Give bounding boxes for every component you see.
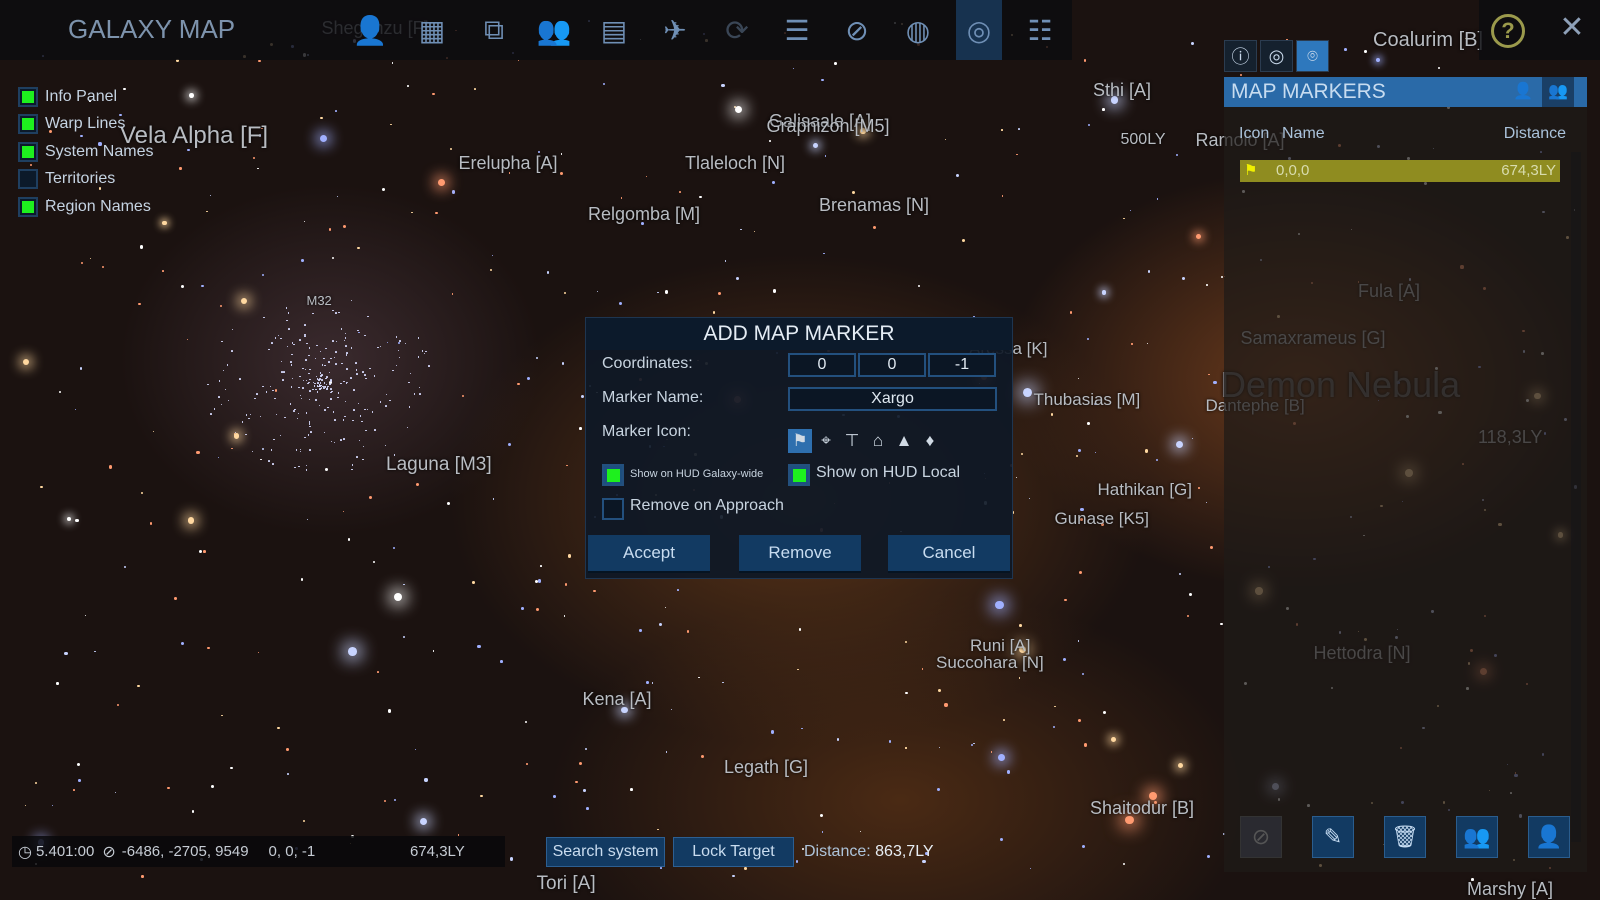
flag-icon: ⚑ xyxy=(1244,162,1258,179)
top-right-controls: ? ✕ xyxy=(1479,0,1600,60)
map-label[interactable]: M32 xyxy=(307,293,332,308)
info-icon[interactable]: ⓘ xyxy=(1224,40,1257,72)
edit-button[interactable]: ✎ xyxy=(1312,816,1354,858)
home-icon[interactable]: ⌂ xyxy=(866,429,890,453)
add-map-marker-dialog: ADD MAP MARKER Coordinates: 0 0 -1 Marke… xyxy=(585,317,1013,579)
marker-icon-label: Marker Icon: xyxy=(602,423,691,440)
coord-y-input[interactable]: 0 xyxy=(858,353,926,377)
close-icon[interactable]: ✕ xyxy=(1555,10,1589,45)
map-label[interactable]: Brenamas [N] xyxy=(819,195,929,216)
group-icon: 👥 xyxy=(1463,824,1491,849)
accept-button[interactable]: Accept xyxy=(588,535,710,573)
map-label[interactable]: Coalurim [B] xyxy=(1373,29,1483,52)
page-title: GALAXY MAP xyxy=(68,14,236,44)
map-label[interactable]: Legath [G] xyxy=(724,757,808,778)
map-label[interactable]: Relgomba [M] xyxy=(588,204,700,225)
column-distance[interactable]: Distance xyxy=(1486,125,1566,143)
coord-z-input[interactable]: -1 xyxy=(928,353,996,377)
navigate-button[interactable]: ⊘ xyxy=(1240,816,1282,858)
map-label[interactable]: Graphizon [M5] xyxy=(767,116,890,137)
map-label[interactable]: Tlaleloch [N] xyxy=(685,153,785,174)
map-label[interactable]: Gunase [K5] xyxy=(1055,509,1150,529)
hierarchy-icon[interactable]: ⧉ xyxy=(471,8,517,52)
panel-title: MAP MARKERS 👤 👥 xyxy=(1224,77,1587,107)
map-marker-icon[interactable]: ⌾ xyxy=(1296,40,1329,72)
search-system-button[interactable]: Search system xyxy=(546,837,665,867)
lock-target-button[interactable]: Lock Target xyxy=(673,837,794,867)
checkbox[interactable] xyxy=(18,169,38,190)
layer-toggles: Info Panel Warp Lines System Names Terri… xyxy=(18,83,218,221)
remove-button[interactable]: Remove xyxy=(739,535,861,573)
checkbox[interactable] xyxy=(18,114,38,135)
panel-tabs: ⓘ ◎ ⌾ xyxy=(1224,40,1329,72)
list-icon[interactable]: ☰ xyxy=(774,8,820,52)
pin-icon[interactable]: ⊤ xyxy=(840,429,864,453)
marker-row[interactable]: ⚑ 0,0,0 674,3LY xyxy=(1240,160,1560,182)
top-bar: GALAXY MAP 👤 ▦ ⧉ 👥 ▤ ✈ ⟳ ☰ ⊘ ◍ ◎ ☷ xyxy=(0,0,1072,60)
trash-icon: 🗑 xyxy=(1391,824,1419,849)
window-icon[interactable]: ▤ xyxy=(591,8,637,52)
map-label[interactable]: Sthi [A] xyxy=(1093,80,1151,101)
compass-icon: ⊘ xyxy=(1251,824,1271,849)
crew-icon[interactable]: 👥 xyxy=(531,8,577,52)
hud-galaxy-checkbox[interactable] xyxy=(602,464,624,486)
map-label[interactable]: Succohara [N] xyxy=(936,653,1044,673)
layer-region-names[interactable]: Region Names xyxy=(18,193,218,221)
marker-name-input[interactable]: Xargo xyxy=(788,387,997,411)
compass-icon: ⊘ xyxy=(102,843,116,861)
map-label[interactable]: Shaitodur [B] xyxy=(1090,798,1194,819)
flag-icon[interactable]: ⚑ xyxy=(788,429,812,453)
galaxy-icon[interactable]: ◎ xyxy=(956,0,1002,60)
map-label[interactable]: Erelupha [A] xyxy=(459,153,558,174)
marker-name-label: Marker Name: xyxy=(602,389,704,406)
target-icon[interactable]: ◎ xyxy=(1260,40,1293,72)
crosshair-icon[interactable]: ⌖ xyxy=(814,429,838,453)
layer-territories[interactable]: Territories xyxy=(18,166,218,194)
checkbox[interactable] xyxy=(18,196,38,217)
ship-icon[interactable]: ✈ xyxy=(652,8,698,52)
planet-icon[interactable]: ◍ xyxy=(895,8,941,52)
map-label[interactable]: Thubasias [M] xyxy=(1034,390,1141,410)
clock-icon: ◷ xyxy=(18,843,32,861)
refresh-icon[interactable]: ⟳ xyxy=(714,8,760,52)
map-label[interactable]: Kena [A] xyxy=(583,689,652,710)
layer-system-names[interactable]: System Names xyxy=(18,138,218,166)
hud-local-checkbox[interactable] xyxy=(788,464,810,486)
logistics-icon[interactable]: ▦ xyxy=(409,8,455,52)
user-button[interactable]: 👤 xyxy=(1528,816,1570,858)
delete-button[interactable]: 🗑 xyxy=(1384,816,1426,858)
distance-readout: Distance: 863,7LY xyxy=(804,843,934,860)
remove-approach-checkbox[interactable] xyxy=(602,498,624,520)
cancel-button[interactable]: Cancel xyxy=(888,535,1010,573)
settings-sliders-icon[interactable]: ☷ xyxy=(1017,8,1063,52)
layer-warp-lines[interactable]: Warp Lines xyxy=(18,111,218,139)
status-bar: ◷ 5.401:00 ⊘ -6486, -2705, 9549 0, 0, -1… xyxy=(12,836,505,867)
map-label[interactable]: Tori [A] xyxy=(537,873,596,895)
edit-icon: ✎ xyxy=(1323,824,1343,849)
user-icon: 👤 xyxy=(1535,824,1563,849)
user-icon[interactable]: 👤 xyxy=(1507,77,1539,107)
map-label[interactable]: Laguna [M3] xyxy=(386,454,492,476)
column-name[interactable]: Name xyxy=(1282,125,1325,143)
group-button[interactable]: 👥 xyxy=(1456,816,1498,858)
map-label[interactable]: 500LY xyxy=(1121,131,1166,149)
layer-info-panel[interactable]: Info Panel xyxy=(18,83,218,111)
help-icon[interactable]: ? xyxy=(1491,14,1525,48)
column-icon[interactable]: Icon xyxy=(1239,125,1269,143)
crystal-icon[interactable]: ♦ xyxy=(918,429,942,453)
map-markers-panel: MAP MARKERS 👤 👥 Icon Name Distance ⚑ 0,0… xyxy=(1224,77,1587,872)
coord-x-input[interactable]: 0 xyxy=(788,353,856,377)
map-label[interactable]: Hathikan [G] xyxy=(1098,480,1193,500)
coordinates-label: Coordinates: xyxy=(602,355,693,372)
compass-icon[interactable]: ⊘ xyxy=(834,8,880,52)
dialog-title: ADD MAP MARKER xyxy=(586,318,1012,350)
character-icon[interactable]: 👤 xyxy=(347,8,393,52)
checkbox[interactable] xyxy=(18,86,38,107)
scrollbar[interactable] xyxy=(1571,152,1581,842)
map-label[interactable]: Marshy [A] xyxy=(1467,879,1553,900)
ship-icon[interactable]: ▲ xyxy=(892,429,916,453)
group-icon[interactable]: 👥 xyxy=(1542,77,1574,107)
checkbox[interactable] xyxy=(18,141,38,162)
